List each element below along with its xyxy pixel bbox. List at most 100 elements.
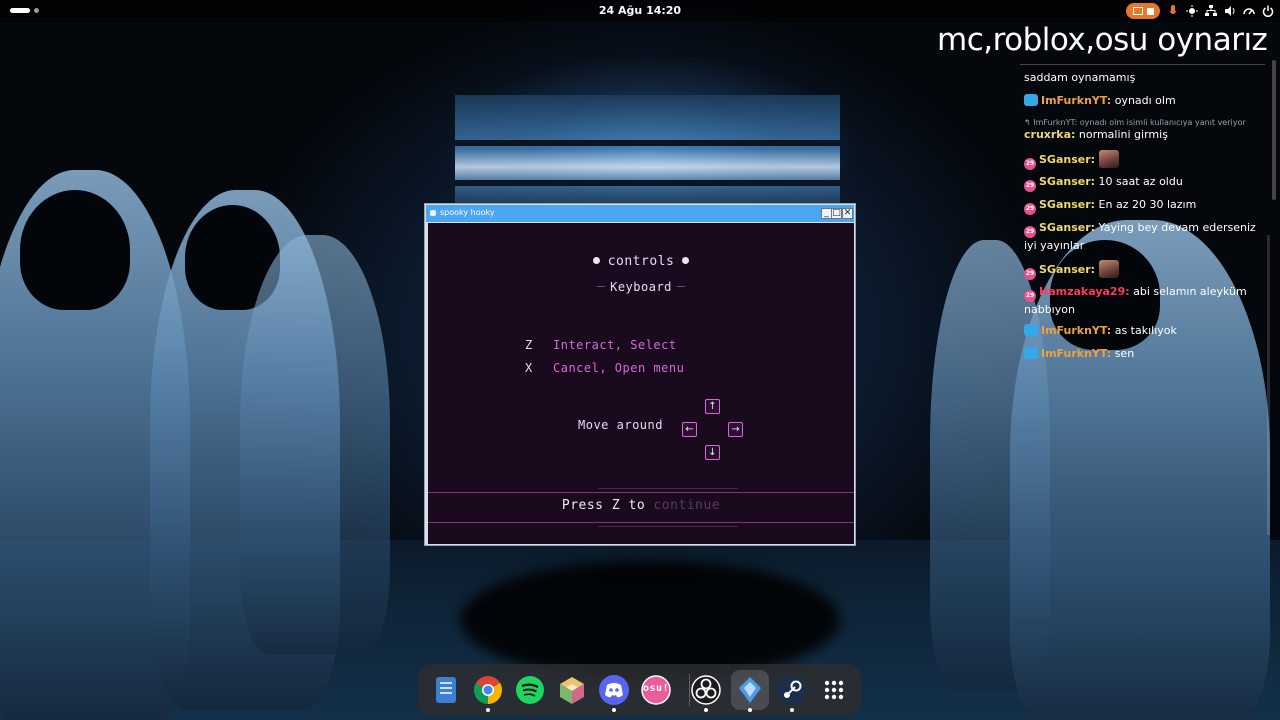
arrow-right-key-icon: → xyxy=(728,422,743,437)
microphone-icon[interactable] xyxy=(1167,5,1179,17)
running-indicator xyxy=(486,708,490,712)
chat-username[interactable]: ImFurknYT: xyxy=(1041,94,1111,107)
chat-message-text: saddam oynamamış xyxy=(1024,71,1136,84)
wallpaper-door-light xyxy=(455,95,840,215)
wallpaper-bar xyxy=(455,180,840,186)
chat-message: ImFurknYT: as takılıyok xyxy=(1024,323,1256,339)
stop-icon xyxy=(1146,7,1154,15)
screen-cast-icon xyxy=(1132,7,1143,15)
chat-username[interactable]: SGanser: xyxy=(1039,198,1095,211)
key-label: Z xyxy=(525,338,533,352)
subscriber-badge-icon: 29 xyxy=(1024,268,1036,280)
top-bar: 24 Ağu 14:20 xyxy=(0,0,1280,22)
chat-message: 29 Hamzakaya29: abi selamın aleyküm nabbı… xyxy=(1024,284,1256,318)
maximize-button[interactable]: □ xyxy=(831,208,842,219)
osu-icon[interactable]: osu! xyxy=(640,674,672,706)
key-label: X xyxy=(525,361,533,375)
spotify-icon[interactable] xyxy=(514,674,546,706)
chat-message-text: as takılıyok xyxy=(1111,324,1177,337)
chat-username[interactable]: ImFurknYT: xyxy=(1041,347,1111,360)
screen-recording-indicator[interactable] xyxy=(1126,3,1160,19)
files-icon[interactable] xyxy=(430,674,462,706)
chat-username[interactable]: cruxrka: xyxy=(1024,128,1075,141)
chat-message-text: oynadı olm xyxy=(1111,94,1176,107)
chat-message-text: En az 20 30 lazım xyxy=(1095,198,1197,211)
divider xyxy=(598,488,738,489)
wallpaper-bar xyxy=(455,140,840,146)
move-around-label: Move around xyxy=(578,418,663,432)
chat-username[interactable]: SGanser: xyxy=(1039,175,1095,188)
running-indicator xyxy=(612,708,616,712)
chat-message: cruxrka: normalini girmiş xyxy=(1024,127,1256,143)
chat-message: ImFurknYT: sen xyxy=(1024,346,1256,362)
subscriber-badge-icon: 29 xyxy=(1024,180,1036,192)
cube-icon[interactable] xyxy=(556,674,588,706)
chat-username[interactable]: SGanser: xyxy=(1039,153,1095,166)
volume-icon[interactable] xyxy=(1224,5,1236,17)
steam-icon[interactable] xyxy=(776,674,808,706)
keyboard-subheading: Keyboard xyxy=(428,280,854,294)
running-indicator xyxy=(748,708,752,712)
continue-prompt[interactable]: Press Z to continue xyxy=(428,498,854,513)
clock[interactable]: 24 Ağu 14:20 xyxy=(0,4,1280,17)
network-icon[interactable] xyxy=(1205,5,1217,17)
reply-icon: ↰ xyxy=(1024,118,1034,127)
stream-overlay-title: mc,roblox,osu oynarız xyxy=(937,22,1268,58)
kick-badge-icon xyxy=(1024,324,1038,336)
chat-username[interactable]: ImFurknYT: xyxy=(1041,324,1111,337)
power-icon[interactable] xyxy=(1262,5,1274,17)
close-button[interactable]: ✕ xyxy=(842,208,853,219)
chat-message-text: 10 saat az oldu xyxy=(1095,175,1183,188)
subscriber-badge-icon: 29 xyxy=(1024,226,1036,238)
discord-icon[interactable] xyxy=(598,674,630,706)
emote-icon xyxy=(1098,260,1119,278)
chat-message: 29 SGanser: En az 20 30 lazım xyxy=(1024,197,1256,215)
subscriber-badge-icon: 29 xyxy=(1024,290,1036,302)
emote-icon xyxy=(1098,150,1119,168)
divider xyxy=(597,286,606,287)
app-icon xyxy=(430,210,436,216)
dock: osu! xyxy=(418,664,861,716)
kick-badge-icon xyxy=(1024,347,1038,359)
arrow-up-key-icon: ↑ xyxy=(705,399,720,414)
divider xyxy=(676,286,685,287)
divider xyxy=(428,492,854,493)
divider xyxy=(428,522,854,523)
window-title: spooky hooky xyxy=(440,208,495,217)
chat-username[interactable]: SGanser: xyxy=(1039,221,1095,234)
wallpaper-figure xyxy=(240,235,390,655)
divider xyxy=(598,526,738,527)
subscriber-badge-icon: 29 xyxy=(1024,158,1036,170)
game-window[interactable]: spooky hooky _ □ ✕ controls Keyboard Z I… xyxy=(424,203,856,546)
app-icon[interactable] xyxy=(734,674,766,706)
chrome-icon[interactable] xyxy=(472,674,504,706)
osu-label: osu! xyxy=(642,683,670,694)
chat-message: 29 SGanser: 10 saat az oldu xyxy=(1024,174,1256,192)
chat-scrollbar[interactable] xyxy=(1272,60,1276,200)
chat-message: saddam oynamamış xyxy=(1024,70,1256,86)
arrow-left-key-icon: ← xyxy=(682,422,697,437)
game-canvas[interactable]: controls Keyboard Z Interact, Select X C… xyxy=(428,223,854,544)
skull-icon xyxy=(682,257,690,264)
power-profile-icon[interactable] xyxy=(1243,5,1255,17)
system-tray[interactable] xyxy=(1126,2,1274,20)
skull-icon xyxy=(592,257,600,264)
brightness-icon[interactable] xyxy=(1186,5,1198,17)
running-indicator xyxy=(704,708,708,712)
obs-icon[interactable] xyxy=(690,674,722,706)
window-titlebar[interactable]: spooky hooky _ □ ✕ xyxy=(426,205,854,222)
app-grid-icon[interactable] xyxy=(818,674,850,706)
running-indicator xyxy=(790,708,794,712)
kick-badge-icon xyxy=(1024,94,1038,106)
chat-message: 29 SGanser: Yaying bey devam ederseniz iy… xyxy=(1024,220,1256,254)
chat-scroll-track xyxy=(1267,235,1270,535)
subscriber-badge-icon: 29 xyxy=(1024,203,1036,215)
chat-username[interactable]: Hamzakaya29: xyxy=(1039,285,1130,298)
chat-message: ImFurknYT: oynadı olm xyxy=(1024,93,1256,109)
chat-message: 29 SGanser: xyxy=(1024,150,1256,170)
chat-message-text: sen xyxy=(1111,347,1135,360)
chat-divider xyxy=(1020,64,1265,65)
controls-heading: controls xyxy=(428,254,854,269)
wallpaper-hood xyxy=(20,190,130,310)
chat-username[interactable]: SGanser: xyxy=(1039,263,1095,276)
